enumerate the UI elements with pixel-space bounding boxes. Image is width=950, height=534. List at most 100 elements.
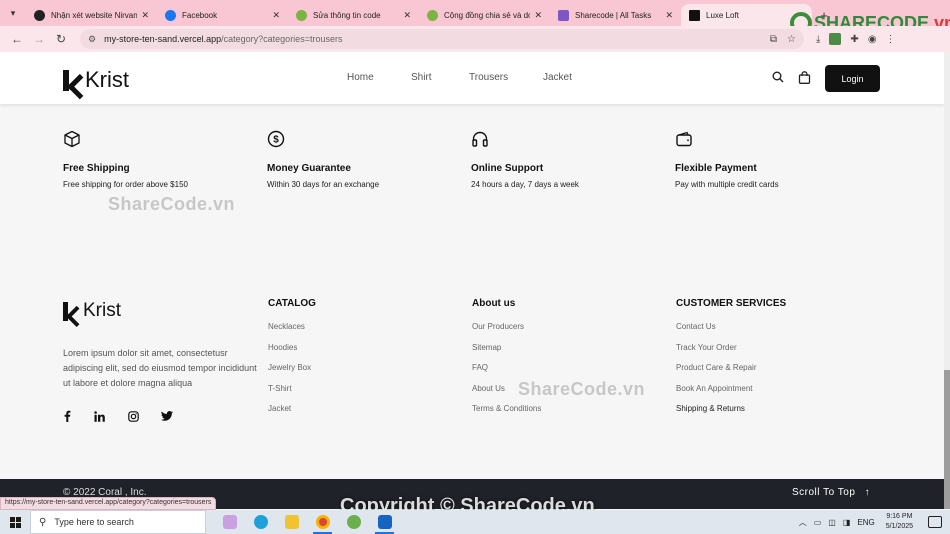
app-icon[interactable] [369,510,400,534]
footer-link[interactable]: Contact Us [676,322,786,343]
footer-logo[interactable]: Krist [63,300,121,322]
taskbar-search[interactable]: ⚲ Type here to search [30,510,206,534]
feature-desc: Free shipping for order above $150 [63,180,188,189]
feature-item: Flexible Payment Pay with multiple credi… [675,130,875,189]
taskbar-search-placeholder: Type here to search [54,517,134,527]
close-icon[interactable]: ✕ [403,10,411,21]
close-icon[interactable]: ✕ [534,10,542,21]
footer-link[interactable]: Hoodies [268,343,316,364]
footer-logo-text: Krist [83,300,121,321]
battery-icon[interactable]: ▭ [814,518,822,527]
tab-title: Cộng đồng chia sẻ và dow [444,10,531,20]
feature-desc: 24 hours a day, 7 days a week [471,180,579,189]
footer-link[interactable]: Terms & Conditions [472,404,541,425]
search-icon[interactable] [772,71,784,86]
twitter-icon[interactable] [160,409,174,423]
edge-icon[interactable] [245,510,276,534]
login-button[interactable]: Login [825,65,880,92]
nav-trousers[interactable]: Trousers [469,72,543,83]
footer-link[interactable]: FAQ [472,363,541,384]
footer-link[interactable]: Sitemap [472,343,541,364]
tab-title: Sửa thông tin code [313,10,381,20]
close-icon[interactable]: ✕ [141,10,149,21]
headphones-icon [472,131,488,147]
close-icon[interactable]: ✕ [665,10,673,21]
puzzle-icon[interactable]: ✚ [850,34,858,45]
footer-column-title: About us [472,298,516,309]
notification-icon[interactable] [928,516,942,528]
url-host: my-store-ten-sand.vercel.app [104,34,222,44]
chevron-up-icon[interactable]: ︿ [799,517,807,528]
tab-title: Nhận xét website Nirvana [51,10,138,20]
system-tray: ︿ ▭ ◫ ◨ ENG 9:16 PM 5/1/2025 [799,512,950,532]
windows-start-icon[interactable] [0,510,30,534]
footer-link[interactable]: Necklaces [268,322,316,343]
footer-link[interactable]: Product Care & Repair [676,363,786,384]
footer-link[interactable]: Book An Appointment [676,384,786,405]
cart-icon[interactable] [798,71,811,87]
footer-description: Lorem ipsum dolor sit amet, consectetusr… [63,348,257,388]
browser-tab[interactable]: Sửa thông tin code ✕ [288,4,419,26]
extensions-area: ⤓ ✚ ◉ ⋮ [816,33,896,45]
feature-item: Free Shipping Free shipping for order ab… [63,130,263,189]
network-icon[interactable]: ◫ [828,518,836,527]
tab-search-icon[interactable]: ▾ [0,0,26,26]
profile-icon[interactable]: ◉ [868,34,877,45]
footer-link[interactable]: Track Your Order [676,343,786,364]
krist-logo-icon [63,301,81,321]
browser-tab[interactable]: Cộng đồng chia sẻ và dow ✕ [419,4,550,26]
nav-home[interactable]: Home [347,72,411,83]
taskbar-clock[interactable]: 9:16 PM 5/1/2025 [886,512,913,532]
nav-shirt[interactable]: Shirt [411,72,469,83]
chrome-icon[interactable] [307,510,338,534]
browser-tab[interactable]: Sharecode | All Tasks ✕ [550,4,681,26]
scroll-to-top-button[interactable]: Scroll To Top ↑ [792,487,870,498]
file-explorer-icon[interactable] [276,510,307,534]
feature-title: Money Guarantee [267,163,351,174]
main-nav: Home Shirt Trousers Jacket [347,72,572,83]
windows-taskbar: ⚲ Type here to search ︿ ▭ ◫ ◨ ENG 9:16 P… [0,510,950,534]
site-info-icon[interactable]: ⚙ [88,34,96,45]
task-view-icon[interactable] [214,510,245,534]
footer-column-title: CATALOG [268,298,316,309]
footer-link[interactable]: Jewelry Box [268,363,316,384]
download-icon[interactable]: ⤓ [816,34,820,45]
browser-tab[interactable]: Facebook ✕ [157,4,288,26]
translate-icon[interactable]: ⧉ [770,34,777,45]
krist-logo-icon [63,69,83,91]
footer-link-hovered[interactable]: Shipping & Returns [676,404,786,425]
facebook-icon[interactable] [60,409,74,423]
site-logo[interactable]: Krist [63,67,129,93]
wallet-icon [676,131,692,147]
nav-jacket[interactable]: Jacket [543,72,572,83]
app-icon[interactable] [338,510,369,534]
forward-icon[interactable]: → [28,32,50,46]
tab-title: Sharecode | All Tasks [575,10,652,20]
footer-column-catalog: CATALOG Necklaces Hoodies Jewelry Box T-… [268,298,316,425]
tab-favicon [165,9,176,21]
browser-tab[interactable]: Nhận xét website Nirvana ✕ [26,4,157,26]
footer-link[interactable]: About Us [472,384,541,405]
extension-icon[interactable] [829,33,842,45]
language-indicator[interactable]: ENG [857,518,874,527]
taskbar-apps [214,510,400,534]
linkedin-icon[interactable] [92,409,106,423]
page-scrollbar[interactable] [944,52,950,509]
footer-link[interactable]: Jacket [268,404,316,425]
close-icon[interactable]: ✕ [272,10,280,21]
feature-item: Online Support 24 hours a day, 7 days a … [471,130,671,189]
footer-link[interactable]: T-Shirt [268,384,316,405]
footer-link[interactable]: Our Producers [472,322,541,343]
bookmark-star-icon[interactable]: ☆ [787,34,796,45]
menu-dots-icon[interactable]: ⋮ [886,34,896,45]
tab-title: Facebook [182,10,218,20]
volume-icon[interactable]: ◨ [843,518,851,527]
back-icon[interactable]: ← [6,32,28,46]
reload-icon[interactable]: ↻ [50,32,72,46]
address-bar[interactable]: ⚙ my-store-ten-sand.vercel.app/category?… [80,29,804,49]
footer-column-about: About us Our Producers Sitemap FAQ About… [472,298,541,425]
url-path: /category?categories=trousers [221,34,343,44]
instagram-icon[interactable] [126,409,140,423]
scrollbar-thumb[interactable] [944,370,950,509]
site-header: Krist Home Shirt Trousers Jacket Login [0,52,944,104]
